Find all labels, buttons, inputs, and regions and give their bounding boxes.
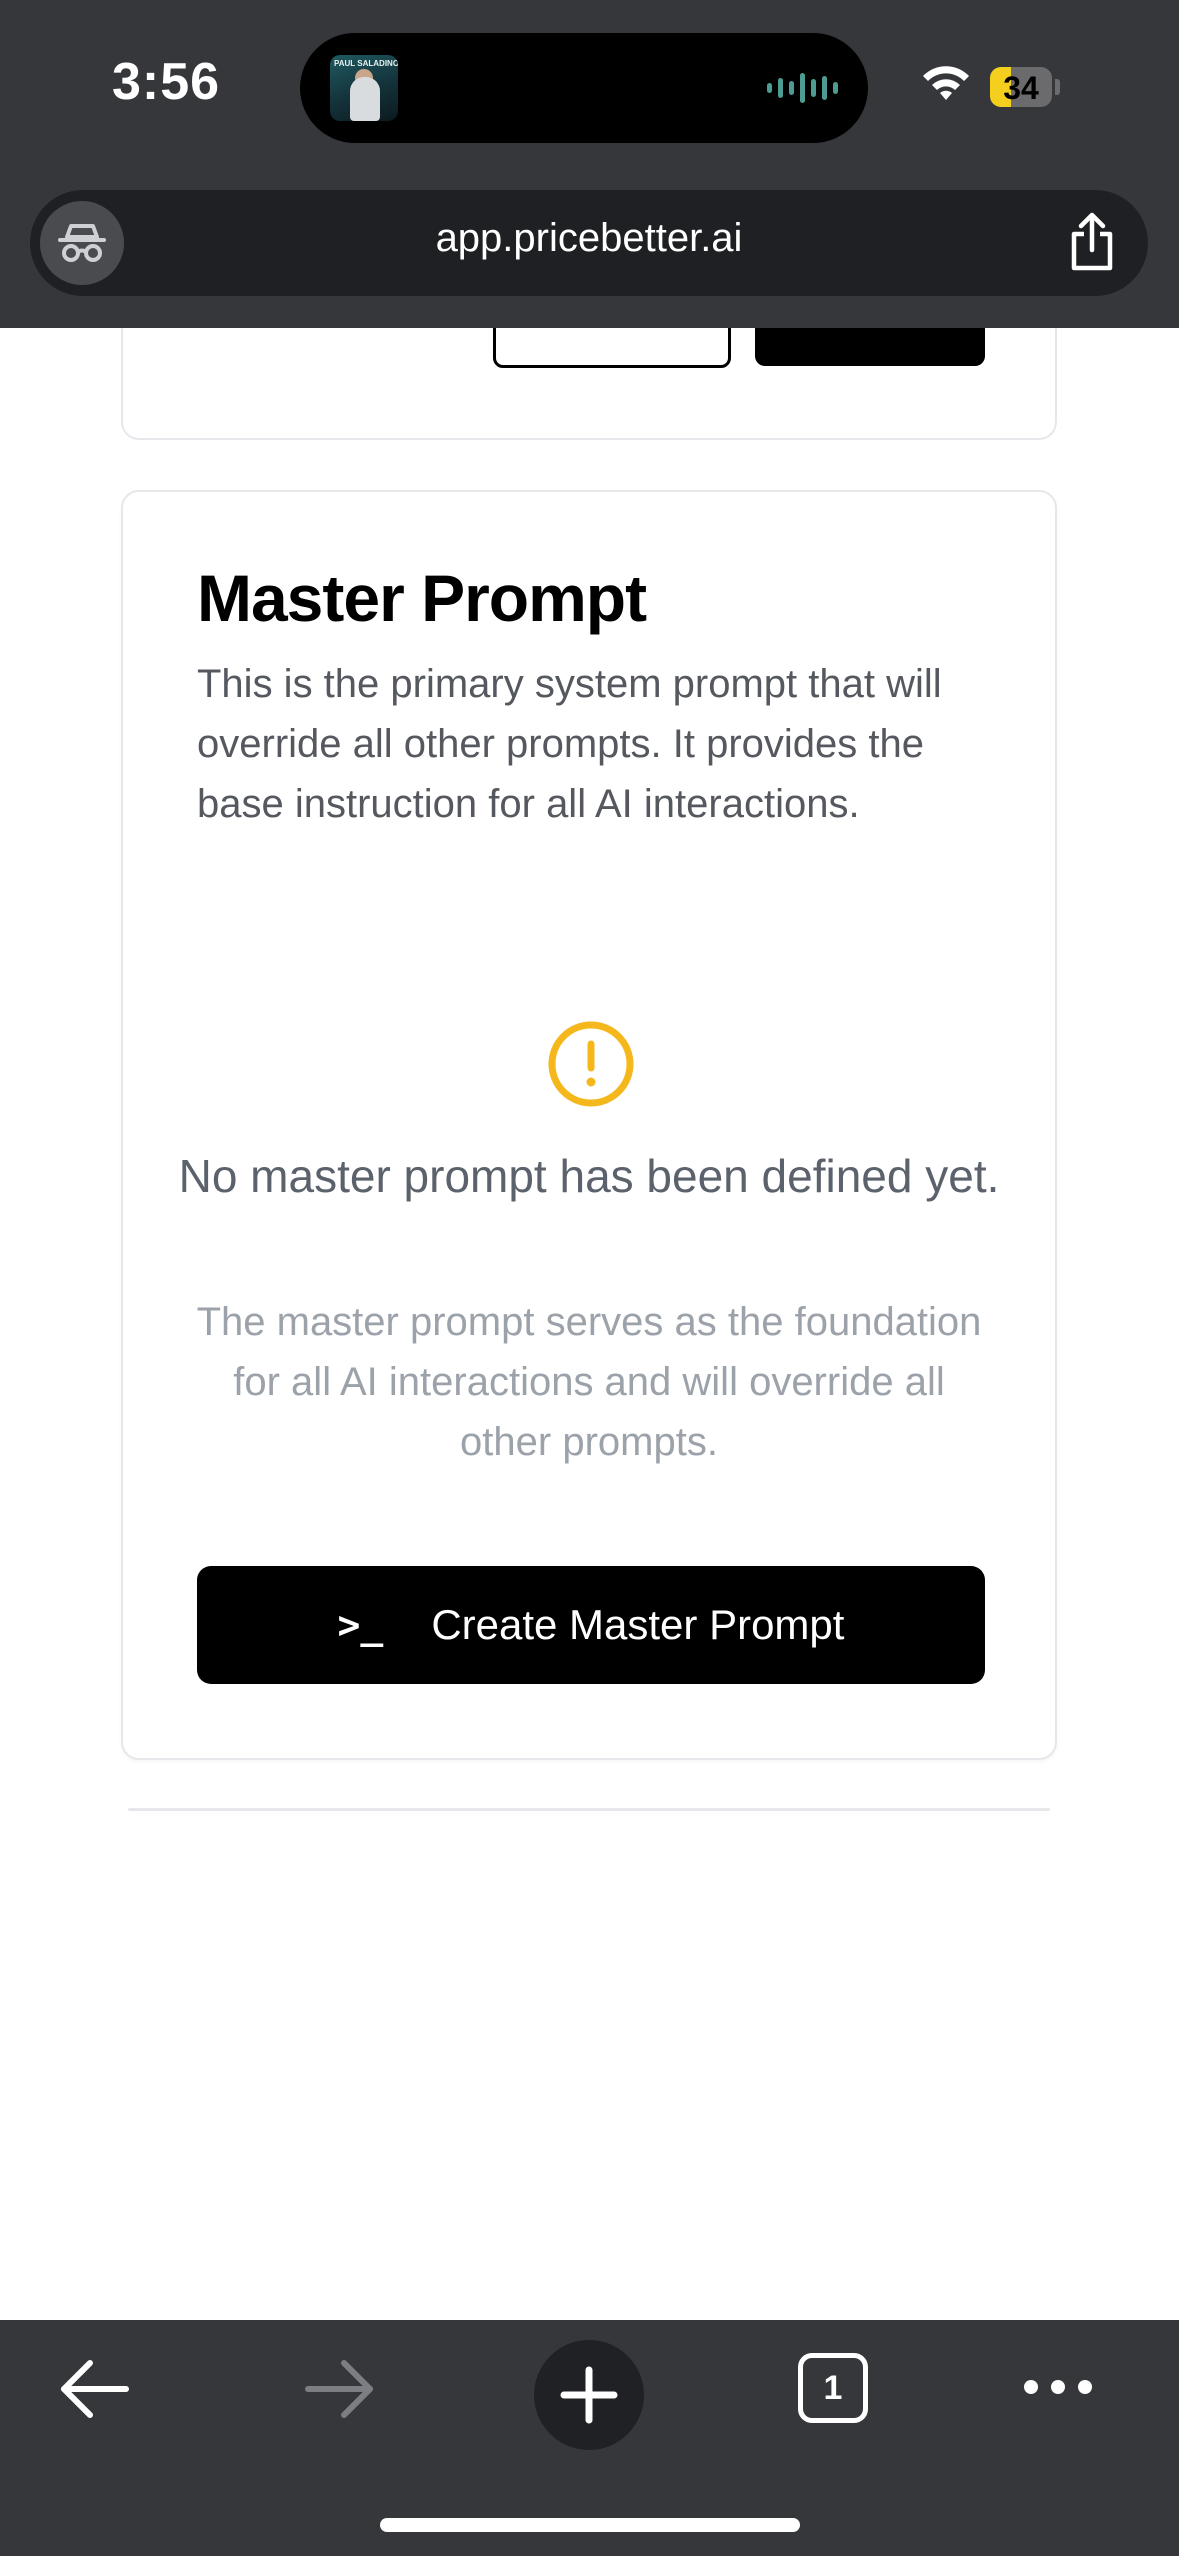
card-title: Master Prompt — [197, 561, 647, 635]
plus-icon — [560, 2366, 618, 2424]
battery-tip — [1055, 79, 1060, 95]
battery-icon: 34 — [990, 67, 1052, 107]
home-indicator — [380, 2518, 800, 2532]
more-options-icon[interactable] — [1024, 2380, 1092, 2394]
browser-top-chrome: 3:56 PAUL SALADINO MD 34 — [0, 0, 1179, 328]
url-bar[interactable]: app.pricebetter.ai — [30, 190, 1148, 296]
dynamic-island[interactable]: PAUL SALADINO MD — [300, 33, 868, 143]
back-arrow-icon[interactable] — [58, 2356, 132, 2422]
artwork-text: PAUL SALADINO MD — [334, 59, 398, 68]
create-master-prompt-button[interactable]: >_ Create Master Prompt — [197, 1566, 985, 1684]
new-tab-button[interactable] — [534, 2340, 644, 2450]
card-description: This is the primary system prompt that w… — [197, 662, 942, 826]
battery-level: 34 — [1003, 70, 1039, 106]
terminal-icon: >_ — [337, 1603, 384, 1647]
artwork-figure — [350, 77, 380, 121]
tab-switcher-button[interactable]: 1 — [798, 2353, 868, 2423]
create-button-label: Create Master Prompt — [431, 1601, 845, 1648]
wifi-icon — [923, 66, 969, 100]
now-playing-artwork: PAUL SALADINO MD — [330, 55, 398, 121]
warning-icon — [548, 1021, 634, 1107]
share-icon[interactable] — [1066, 212, 1118, 272]
master-prompt-card: Master Prompt This is the primary system… — [121, 490, 1057, 1760]
next-card-edge — [128, 1808, 1050, 1811]
status-time: 3:56 — [112, 53, 221, 111]
empty-state-subtitle: The master prompt serves as the foundati… — [196, 1300, 982, 1464]
forward-arrow-icon[interactable] — [302, 2356, 376, 2422]
url-text[interactable]: app.pricebetter.ai — [30, 216, 1148, 261]
empty-state-title: No master prompt has been defined yet. — [178, 1150, 1000, 1202]
audio-waveform-icon — [767, 71, 838, 105]
